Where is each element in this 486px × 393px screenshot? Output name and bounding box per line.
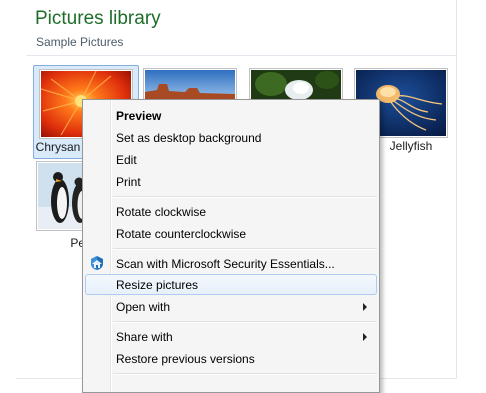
library-subtitle: Sample Pictures: [36, 35, 124, 49]
menu-separator: [113, 248, 377, 250]
menu-item-label: Edit: [116, 153, 137, 167]
menu-item-rotate-clockwise[interactable]: Rotate clockwise: [85, 201, 377, 222]
library-title: Pictures library: [35, 8, 161, 29]
desert-image: [144, 69, 236, 101]
menu-item-share-with[interactable]: Share with: [85, 326, 377, 347]
submenu-arrow-icon: [363, 303, 367, 311]
menu-item-open-with[interactable]: Open with: [85, 296, 377, 317]
menu-separator: [113, 196, 377, 198]
menu-item-edit[interactable]: Edit: [85, 149, 377, 170]
menu-item-label: Restore previous versions: [116, 352, 255, 366]
menu-item-resize-pictures[interactable]: Resize pictures: [85, 274, 377, 295]
menu-separator: [113, 321, 377, 323]
header-divider: [26, 55, 456, 56]
shield-icon: [89, 255, 105, 271]
menu-item-label: Print: [116, 175, 141, 189]
menu-item-preview[interactable]: Preview: [85, 105, 377, 126]
menu-item-restore-previous-versions[interactable]: Restore previous versions: [85, 348, 377, 369]
menu-item-label: Rotate clockwise: [116, 205, 207, 219]
menu-item-scan-security-essentials[interactable]: Scan with Microsoft Security Essentials.…: [85, 253, 377, 274]
menu-item-label: Scan with Microsoft Security Essentials.…: [116, 257, 335, 271]
context-menu: Preview Set as desktop background Edit P…: [82, 99, 380, 393]
menu-item-label: Resize pictures: [116, 278, 199, 292]
menu-separator: [113, 373, 377, 375]
hydrangeas-image: [250, 69, 342, 101]
submenu-arrow-icon: [363, 333, 367, 341]
menu-item-label: Share with: [116, 330, 173, 344]
menu-item-label: Open with: [116, 300, 171, 314]
menu-item-rotate-counterclockwise[interactable]: Rotate counterclockwise: [85, 223, 377, 244]
menu-item-print[interactable]: Print: [85, 171, 377, 192]
menu-item-label: Rotate counterclockwise: [116, 227, 247, 241]
menu-item-set-desktop-background[interactable]: Set as desktop background: [85, 127, 377, 148]
menu-item-label: Preview: [116, 109, 162, 123]
menu-item-label: Set as desktop background: [116, 131, 262, 145]
